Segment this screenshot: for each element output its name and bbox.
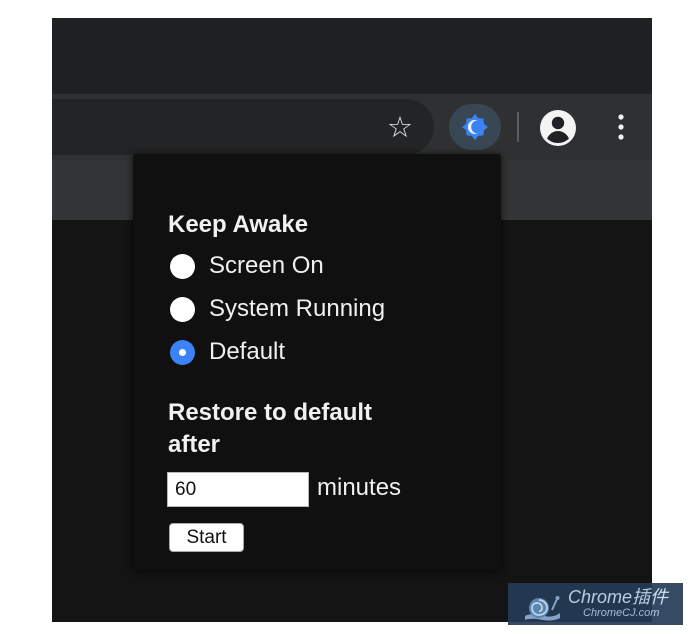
vertical-dots-menu-icon[interactable] bbox=[612, 113, 630, 141]
account-icon[interactable] bbox=[539, 109, 577, 147]
keep-awake-popup: Keep Awake Screen On System Running Defa… bbox=[133, 154, 501, 570]
star-icon[interactable]: ☆ bbox=[383, 111, 417, 145]
screen-on-label: Screen On bbox=[209, 252, 324, 279]
restore-heading: Restore to default after bbox=[168, 399, 373, 458]
screenshot-canvas: ☆ Keep Awake Screen On System Running De… bbox=[0, 0, 690, 634]
browser-top-bar bbox=[52, 18, 652, 94]
radio-selected-dot bbox=[179, 348, 186, 356]
start-button[interactable]: Start bbox=[169, 523, 244, 552]
system-running-radio[interactable] bbox=[170, 296, 195, 322]
screen-on-radio[interactable] bbox=[170, 253, 195, 279]
minutes-label: minutes bbox=[317, 474, 402, 501]
default-label: Default bbox=[209, 338, 286, 365]
browser-window: ☆ Keep Awake Screen On System Running De… bbox=[52, 18, 652, 622]
snail-logo-icon bbox=[525, 596, 560, 621]
screen-on-option[interactable]: Screen On bbox=[170, 248, 324, 284]
system-running-label: System Running bbox=[209, 295, 386, 322]
toolbar-divider bbox=[517, 112, 519, 142]
system-running-option[interactable]: System Running bbox=[170, 291, 385, 327]
default-radio-selected[interactable] bbox=[170, 339, 195, 365]
vertical-dots-icon bbox=[618, 114, 624, 140]
watermark-title: Chrome插件 bbox=[568, 587, 669, 607]
popup-title: Keep Awake bbox=[168, 211, 309, 238]
chromecj-watermark: Chrome插件 ChromeCJ.com bbox=[508, 583, 683, 625]
address-bar[interactable] bbox=[52, 99, 434, 155]
default-option[interactable]: Default bbox=[170, 334, 285, 370]
keep-awake-extension-button[interactable] bbox=[449, 104, 501, 150]
watermark-subtitle: ChromeCJ.com bbox=[583, 607, 660, 619]
account-icon-svg bbox=[540, 110, 576, 146]
keep-awake-extension-icon bbox=[462, 114, 488, 140]
minutes-input[interactable] bbox=[167, 472, 309, 507]
